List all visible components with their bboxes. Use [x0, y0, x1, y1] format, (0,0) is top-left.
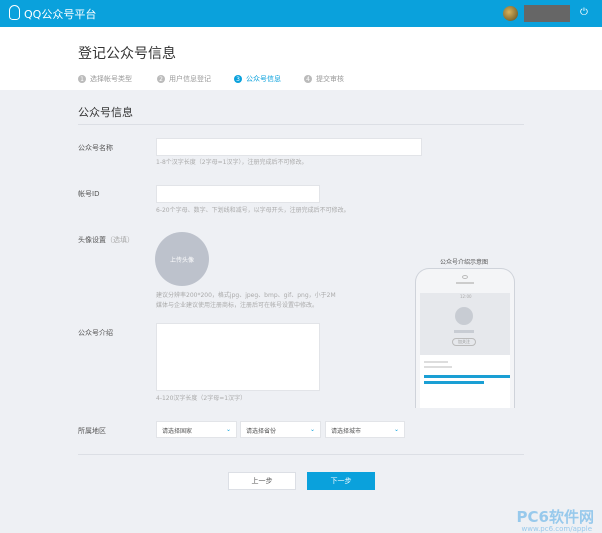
country-value: 请选择国家: [162, 428, 193, 435]
city-select[interactable]: 请选择城市 ⌄: [325, 421, 405, 438]
intro-textarea[interactable]: [156, 323, 320, 391]
preview-caption: 公众号介绍示意图: [440, 259, 489, 266]
id-label: 帐号ID: [78, 190, 100, 198]
name-label: 公众号名称: [78, 144, 113, 152]
city-value: 请选择城市: [331, 428, 362, 435]
chevron-down-icon: ⌄: [309, 426, 315, 433]
username-redacted[interactable]: [524, 5, 570, 22]
step-4: 4 提交审核: [304, 74, 344, 84]
step-number: 4: [304, 75, 312, 83]
watermark: PC6软件网: [516, 508, 594, 526]
top-bar: QQ公众号平台 ⏻: [0, 0, 602, 27]
name-hint: 1-8个汉字长度（2字母=1汉字），注册完成后不可修改。: [156, 159, 308, 166]
platform-logo[interactable]: QQ公众号平台: [24, 6, 96, 22]
avatar-label-text: 头像设置: [78, 236, 106, 244]
intro-hint: 4-120汉字长度（2字母=1汉字）: [156, 395, 247, 402]
phone-time: 12:00: [460, 294, 472, 299]
phone-camera-icon: [462, 275, 468, 279]
phone-speaker: [456, 282, 474, 284]
next-step-button[interactable]: 下一步: [307, 472, 375, 490]
phone-screen: 12:00 加关注: [420, 293, 510, 408]
step-3-active: 3 公众号信息: [234, 74, 281, 84]
phone-preview: 12:00 加关注: [415, 268, 515, 408]
intro-label: 公众号介绍: [78, 329, 113, 337]
avatar-label: 头像设置（选填）: [78, 235, 134, 245]
watermark-url: www.pc6.com/apple: [521, 525, 592, 533]
divider: [78, 454, 524, 455]
name-input[interactable]: [156, 138, 422, 156]
account-avatar-icon: [455, 307, 473, 325]
divider: [78, 124, 524, 125]
step-label: 提交审核: [316, 75, 344, 83]
step-2: 2 用户信息登记: [157, 74, 211, 84]
chevron-down-icon: ⌄: [225, 426, 231, 433]
follow-button: 加关注: [452, 338, 476, 346]
avatar-hint-2: 媒体与企业建议使用注册商标，注册后可在帐号设置中修改。: [156, 302, 319, 309]
province-select[interactable]: 请选择省份 ⌄: [240, 421, 321, 438]
intro-card: [420, 355, 510, 408]
chevron-down-icon: ⌄: [393, 426, 399, 433]
upload-avatar-button[interactable]: 上传头像: [155, 232, 209, 286]
qq-logo-icon: [9, 5, 20, 20]
country-select[interactable]: 请选择国家 ⌄: [156, 421, 237, 438]
step-label: 选择帐号类型: [90, 75, 132, 83]
region-label: 所属地区: [78, 427, 106, 435]
id-hint: 6-20个字母、数字、下划线和减号，以字母开头，注册完成后不可修改。: [156, 207, 350, 214]
step-number: 1: [78, 75, 86, 83]
prev-step-button[interactable]: 上一步: [228, 472, 296, 490]
account-name-placeholder: [454, 330, 474, 333]
section-title: 公众号信息: [78, 106, 133, 119]
province-value: 请选择省份: [246, 428, 277, 435]
step-number: 3: [234, 75, 242, 83]
step-1: 1 选择帐号类型: [78, 74, 132, 84]
avatar-hint-1: 建议分辨率200*200，格式jpg、jpeg、bmp、gif、png，小于2M: [156, 292, 336, 299]
page-title: 登记公众号信息: [78, 46, 176, 62]
user-avatar[interactable]: [503, 6, 518, 21]
step-label: 公众号信息: [246, 75, 281, 83]
logout-power-icon[interactable]: ⏻: [580, 7, 588, 18]
step-label: 用户信息登记: [169, 75, 211, 83]
optional-tag: （选填）: [106, 236, 134, 244]
id-input[interactable]: [156, 185, 320, 203]
step-number: 2: [157, 75, 165, 83]
